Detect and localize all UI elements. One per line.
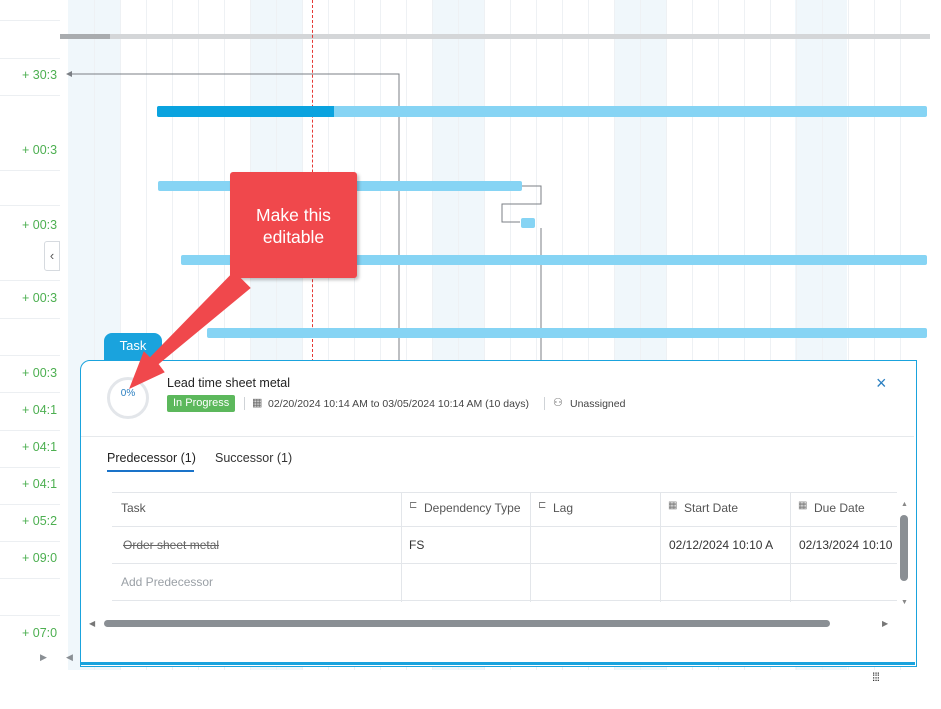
annotation-arrow	[129, 271, 251, 389]
